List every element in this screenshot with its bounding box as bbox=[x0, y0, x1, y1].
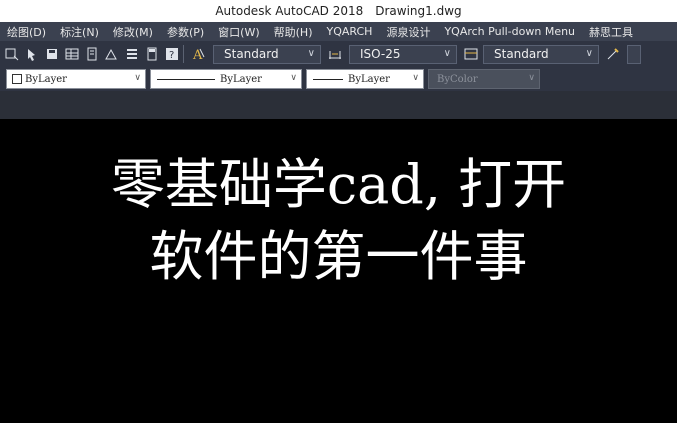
multileader-style-icon[interactable] bbox=[605, 46, 621, 62]
chevron-down-icon: ∨ bbox=[134, 73, 141, 83]
dim-style-value: ISO-25 bbox=[360, 47, 401, 61]
caption-line-2: 软件的第一件事 bbox=[149, 225, 528, 288]
svg-text:A: A bbox=[192, 48, 203, 62]
menu-help[interactable]: 帮助(H) bbox=[267, 24, 320, 40]
toolbar-separator bbox=[183, 45, 184, 63]
chevron-down-icon: ∨ bbox=[307, 47, 315, 59]
calculator-icon[interactable] bbox=[144, 46, 160, 62]
lineweight-select[interactable]: ByLayer ∨ bbox=[306, 69, 424, 89]
drawing-canvas[interactable]: 零基础学cad, 打开 软件的第一件事 bbox=[0, 119, 677, 423]
app-name: Autodesk AutoCAD 2018 bbox=[215, 4, 364, 18]
document-name: Drawing1.dwg bbox=[375, 4, 462, 18]
text-style-select[interactable]: Standard ∨ bbox=[213, 44, 321, 64]
document-icon[interactable] bbox=[84, 46, 100, 62]
title-bar: Autodesk AutoCAD 2018 Drawing1.dwg bbox=[0, 0, 677, 22]
chevron-down-icon: ∨ bbox=[443, 47, 451, 59]
styles-toolbar: ? A Standard ∨ ISO-25 ∨ Standard ∨ bbox=[0, 41, 677, 67]
table-style-value: Standard bbox=[494, 47, 549, 61]
plot-style-value: ByColor bbox=[437, 73, 478, 85]
caption-line-1: 零基础学cad, 打开 bbox=[110, 153, 567, 216]
table-icon[interactable] bbox=[64, 46, 80, 62]
text-style-icon[interactable]: A bbox=[191, 46, 207, 62]
file-tab-strip bbox=[0, 91, 677, 119]
svg-text:?: ? bbox=[169, 50, 174, 61]
color-select[interactable]: ByLayer ∨ bbox=[6, 69, 146, 89]
color-swatch-icon bbox=[12, 74, 22, 84]
menu-yqarch-pulldown[interactable]: YQArch Pull-down Menu bbox=[437, 25, 582, 38]
chevron-down-icon: ∨ bbox=[290, 73, 297, 83]
plot-style-select: ByColor ∨ bbox=[428, 69, 540, 89]
menu-yuanquan[interactable]: 源泉设计 bbox=[379, 24, 437, 40]
lineweight-sample bbox=[313, 78, 343, 80]
lineweight-value: ByLayer bbox=[348, 73, 390, 85]
menu-hesi-tools[interactable]: 赫思工具 bbox=[582, 24, 640, 40]
menu-parametric[interactable]: 参数(P) bbox=[160, 24, 211, 40]
menu-window[interactable]: 窗口(W) bbox=[211, 24, 266, 40]
chevron-down-icon: ∨ bbox=[528, 73, 535, 83]
dim-style-select[interactable]: ISO-25 ∨ bbox=[349, 44, 457, 64]
multileader-style-select[interactable] bbox=[627, 44, 641, 64]
new-layer-icon[interactable] bbox=[4, 46, 20, 62]
color-value: ByLayer bbox=[25, 73, 67, 85]
linetype-value: ByLayer bbox=[220, 73, 262, 85]
linetype-select[interactable]: ByLayer ∨ bbox=[150, 69, 302, 89]
linetype-sample bbox=[157, 78, 215, 80]
properties-toolbar: ByLayer ∨ ByLayer ∨ ByLayer ∨ ByColor ∨ bbox=[0, 67, 677, 91]
pick-icon[interactable] bbox=[24, 46, 40, 62]
measure-icon[interactable] bbox=[104, 46, 120, 62]
table-style-icon[interactable] bbox=[463, 46, 479, 62]
menu-draw[interactable]: 绘图(D) bbox=[0, 24, 53, 40]
menu-dimension[interactable]: 标注(N) bbox=[53, 24, 106, 40]
dim-style-icon[interactable] bbox=[327, 46, 343, 62]
save-icon[interactable] bbox=[44, 46, 60, 62]
menu-bar: 绘图(D) 标注(N) 修改(M) 参数(P) 窗口(W) 帮助(H) YQAR… bbox=[0, 22, 677, 41]
chevron-down-icon: ∨ bbox=[412, 73, 419, 83]
list-icon[interactable] bbox=[124, 46, 140, 62]
help-icon[interactable]: ? bbox=[164, 46, 180, 62]
menu-yqarch[interactable]: YQARCH bbox=[320, 25, 380, 38]
text-style-value: Standard bbox=[224, 47, 279, 61]
menu-modify[interactable]: 修改(M) bbox=[106, 24, 160, 40]
table-style-select[interactable]: Standard ∨ bbox=[483, 44, 599, 64]
chevron-down-icon: ∨ bbox=[585, 47, 593, 59]
